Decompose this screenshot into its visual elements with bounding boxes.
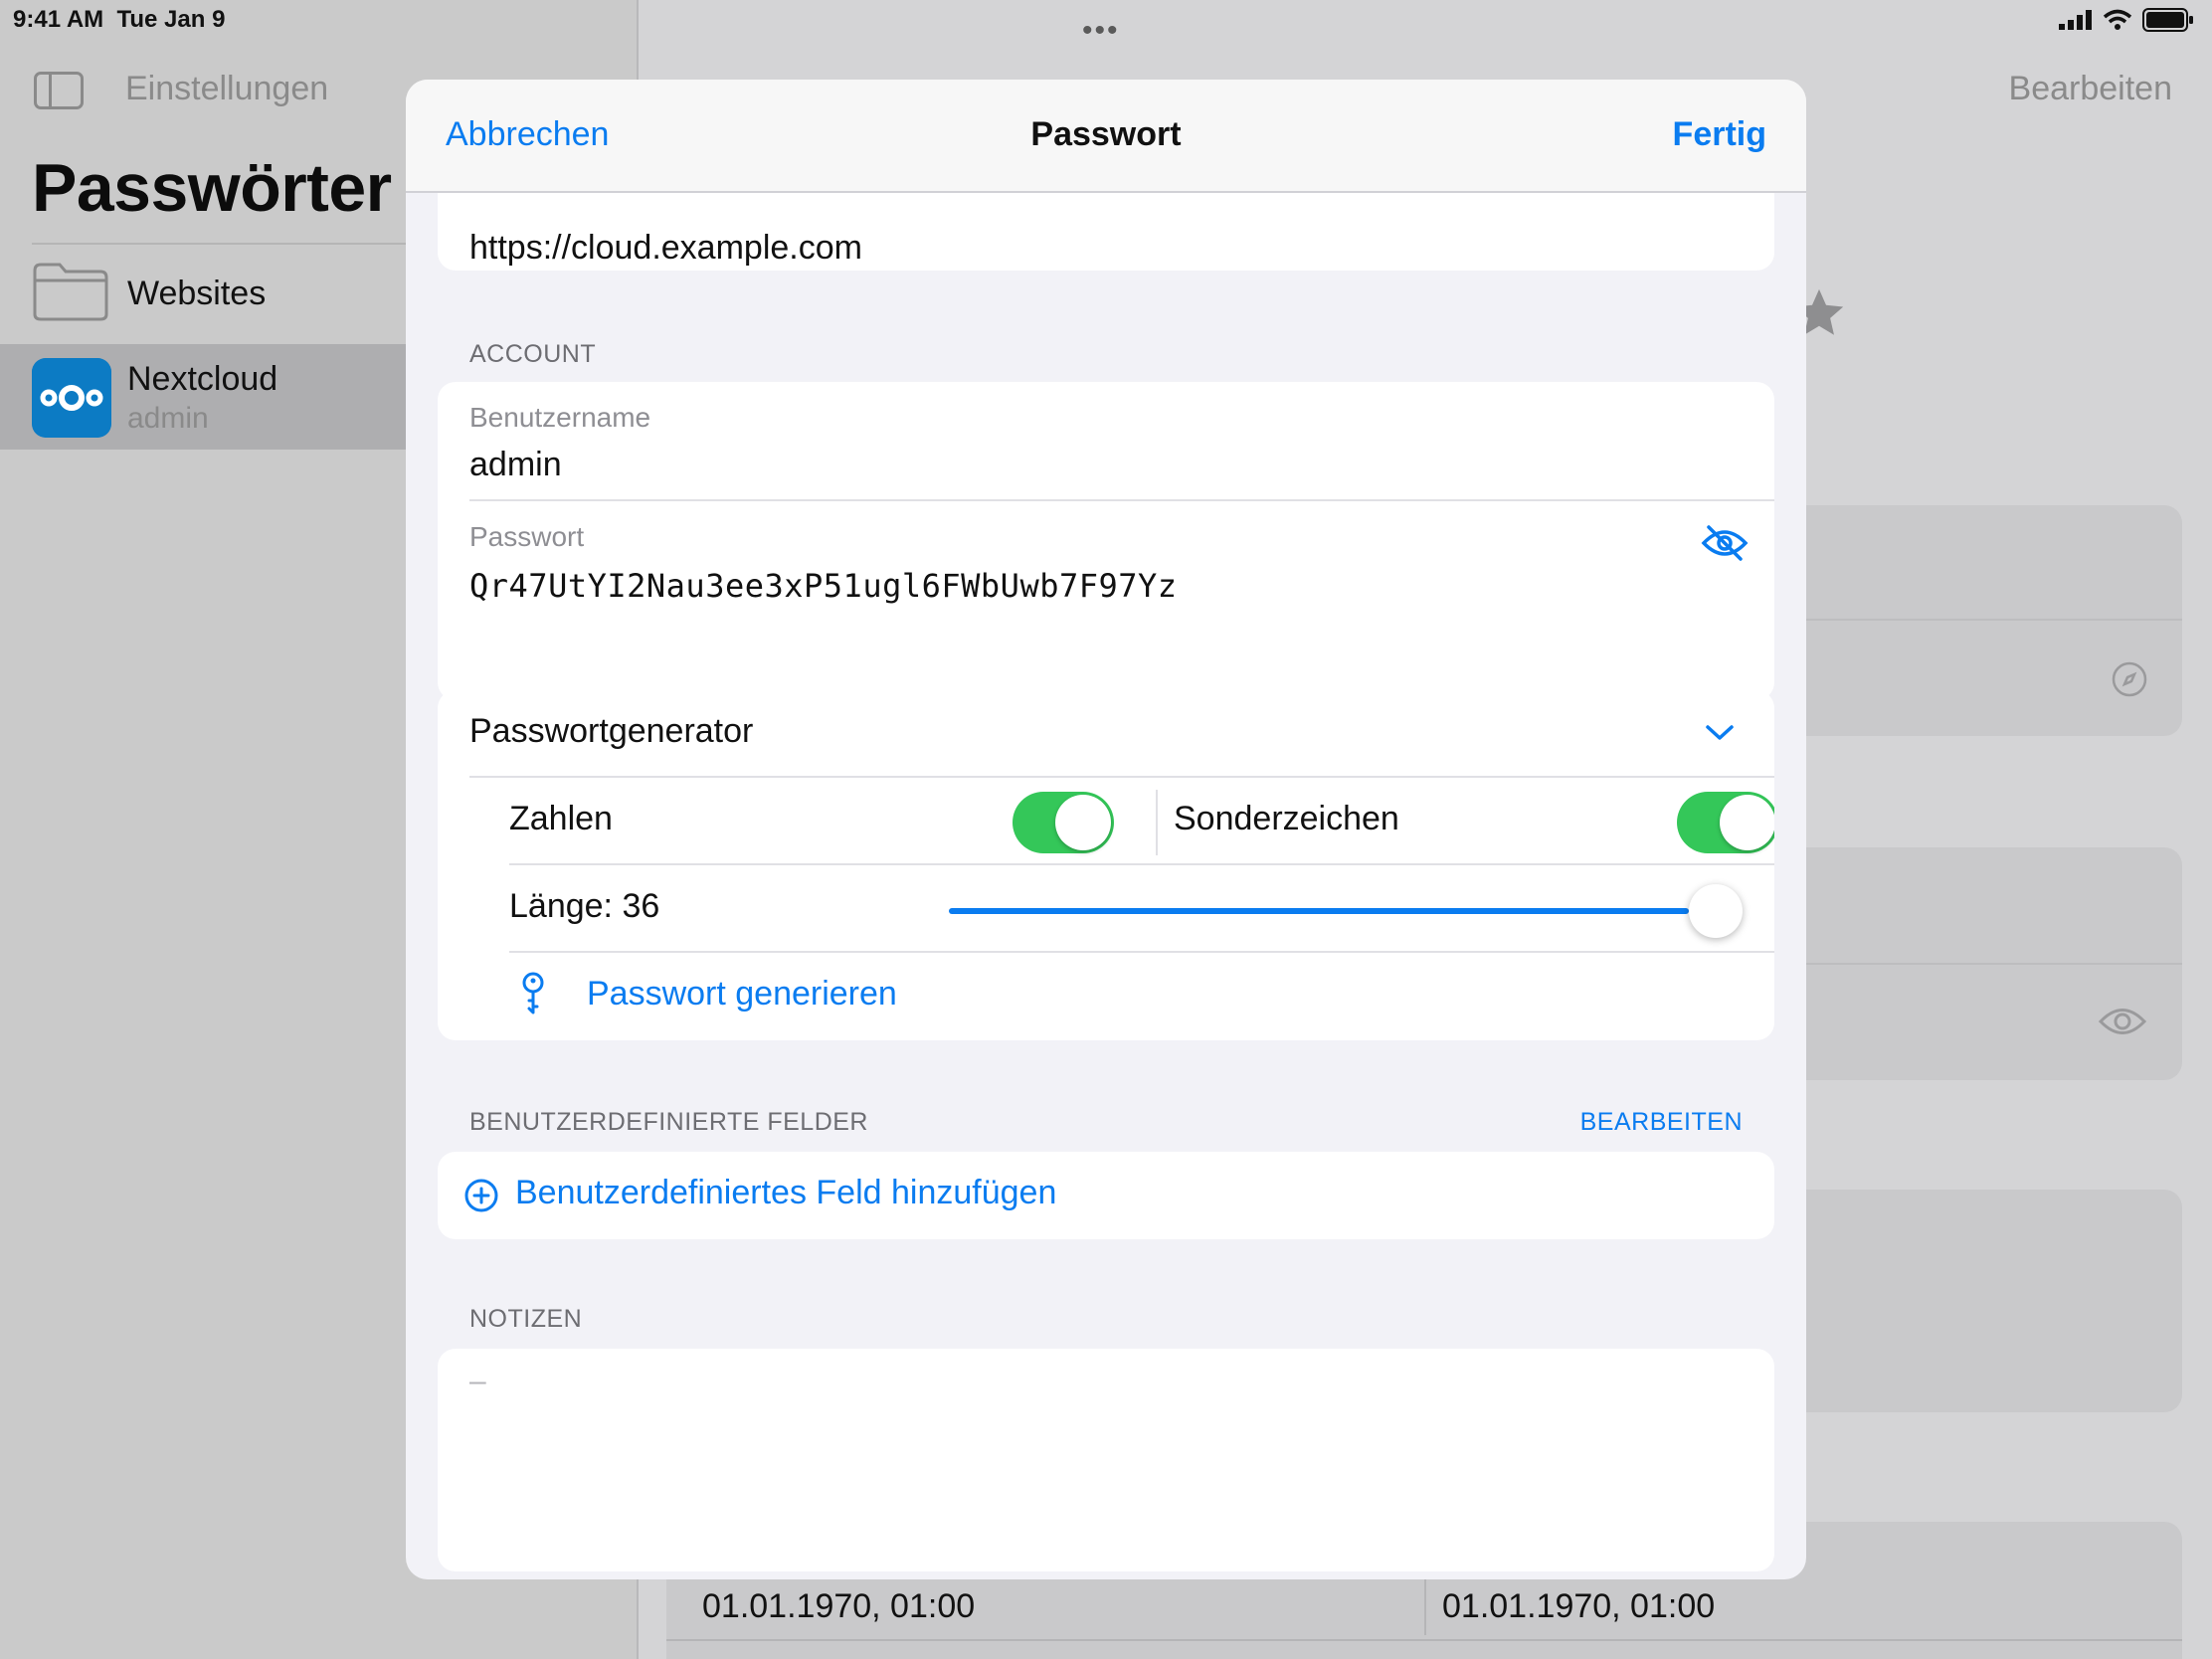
- nextcloud-logo-icon: [32, 358, 111, 438]
- divider: [1424, 1579, 1426, 1635]
- password-field[interactable]: Qr47UtYI2Nau3ee3xP51ugl6FWbUwb7F97Yz: [469, 567, 1178, 605]
- special-chars-toggle[interactable]: [1677, 792, 1774, 853]
- special-chars-label: Sonderzeichen: [1174, 800, 1399, 837]
- edit-button[interactable]: Bearbeiten: [2009, 70, 2172, 108]
- folder-icon: [33, 263, 108, 321]
- key-icon: [522, 972, 544, 1014]
- notes-card: –: [438, 1349, 1774, 1571]
- password-label: Passwort: [469, 521, 585, 552]
- divider: [666, 1639, 2182, 1641]
- wifi-icon: [2103, 9, 2132, 30]
- edit-password-sheet: Abbrechen Passwort Fertig https://cloud.…: [406, 80, 1806, 1579]
- divider: [509, 863, 1774, 865]
- created-date: 01.01.1970, 01:00: [702, 1587, 976, 1625]
- section-header-account: ACCOUNT: [469, 340, 597, 368]
- sidebar-item-label: Websites: [127, 275, 267, 312]
- username-field[interactable]: admin: [469, 446, 562, 484]
- status-time: 9:41 AM Tue Jan 9: [13, 6, 226, 33]
- cellular-signal-icon: [2059, 10, 2092, 30]
- account-card: Benutzername admin Passwort Qr47UtYI2Nau…: [438, 382, 1774, 700]
- section-header-custom-fields: BENUTZERDEFINIERTE FELDER: [469, 1108, 868, 1136]
- compass-icon[interactable]: [2111, 660, 2148, 698]
- eye-slash-icon[interactable]: [1701, 523, 1749, 563]
- sidebar-title: Passwörter: [32, 150, 392, 226]
- divider: [469, 499, 1774, 501]
- back-button-settings[interactable]: Einstellungen: [125, 70, 328, 108]
- status-indicators: [2059, 8, 2194, 32]
- updated-date: 01.01.1970, 01:00: [1442, 1587, 1716, 1625]
- divider: [469, 776, 1774, 778]
- generator-title: Passwortgenerator: [469, 712, 754, 750]
- done-button[interactable]: Fertig: [1673, 115, 1766, 154]
- add-custom-field-button[interactable]: Benutzerdefiniertes Feld hinzufügen: [438, 1152, 1774, 1239]
- chevron-down-icon[interactable]: [1705, 724, 1735, 742]
- numbers-label: Zahlen: [509, 800, 613, 837]
- generate-password-button[interactable]: Passwort generieren: [509, 953, 1743, 1040]
- battery-icon: [2142, 8, 2193, 32]
- length-label: Länge: 36: [509, 887, 660, 925]
- divider: [1156, 790, 1158, 855]
- custom-fields-edit-button[interactable]: BEARBEITEN: [1580, 1108, 1743, 1137]
- url-field[interactable]: https://cloud.example.com: [469, 229, 862, 268]
- add-custom-field-label: Benutzerdefiniertes Feld hinzufügen: [515, 1174, 1057, 1211]
- sidebar-toggle-icon[interactable]: [34, 72, 84, 109]
- length-slider-track[interactable]: [949, 908, 1689, 914]
- numbers-toggle[interactable]: [1013, 792, 1114, 853]
- password-generator-card: Passwortgenerator Zahlen Sonderzeichen L…: [438, 690, 1774, 1040]
- eye-icon[interactable]: [2099, 1005, 2146, 1038]
- section-header-notes: NOTIZEN: [469, 1305, 583, 1333]
- entry-subtitle: admin: [127, 402, 209, 435]
- username-label: Benutzername: [469, 402, 651, 433]
- generate-password-label: Passwort generieren: [587, 975, 897, 1013]
- plus-circle-icon: [464, 1179, 498, 1212]
- multitasking-dots-icon[interactable]: •••: [1082, 14, 1120, 48]
- modal-navbar: Abbrechen Passwort Fertig: [406, 80, 1806, 193]
- entry-title: Nextcloud: [127, 360, 278, 398]
- length-slider-thumb[interactable]: [1689, 884, 1743, 938]
- modal-title: Passwort: [1030, 115, 1182, 153]
- notes-textarea[interactable]: –: [469, 1365, 486, 1398]
